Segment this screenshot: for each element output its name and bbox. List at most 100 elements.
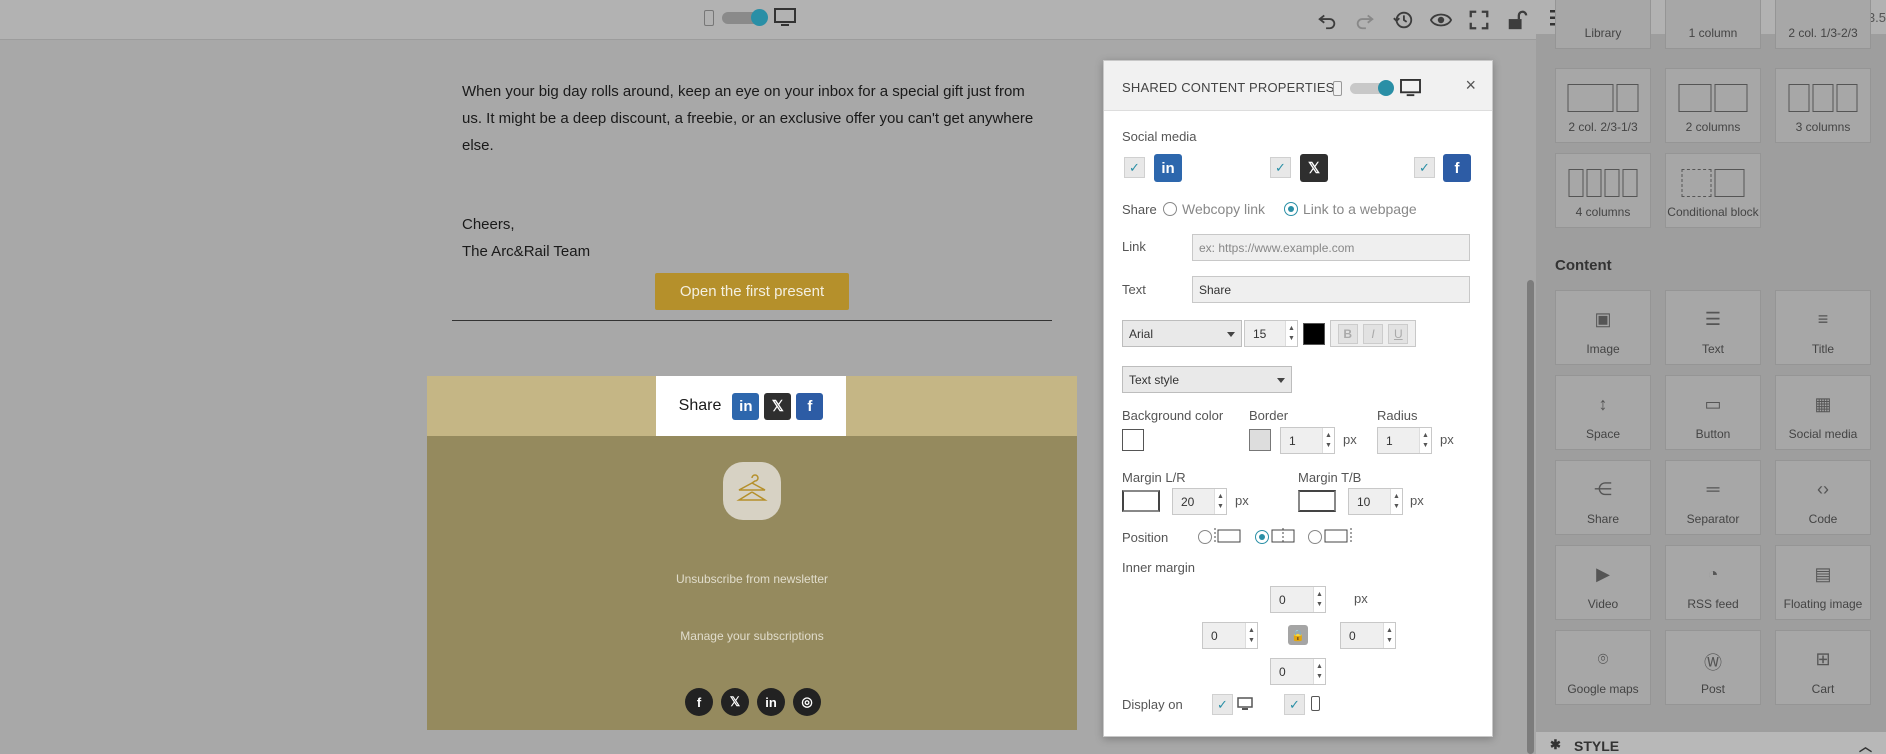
block-2-col-1-3-2-3[interactable]: 2 col. 1/3-2/3 <box>1775 0 1871 49</box>
margin-tb-input[interactable]: 10 ▲ ▼ <box>1348 488 1403 515</box>
device-switch[interactable] <box>722 9 768 26</box>
block-button[interactable]: ▭ Button <box>1665 375 1761 450</box>
x-icon[interactable]: 𝕏 <box>721 688 749 716</box>
style-label: STYLE <box>1574 738 1620 754</box>
block-rss-feed[interactable]: ◔ RSS feed <box>1665 545 1761 620</box>
webpage-option[interactable]: Link to a webpage <box>1303 201 1417 217</box>
share-block[interactable]: Share in 𝕏 f <box>427 376 1077 436</box>
block-2-col-2-3-1-3[interactable]: 2 col. 2/3-1/3 <box>1555 68 1651 143</box>
border-color-swatch[interactable] <box>1249 429 1271 451</box>
block-image[interactable]: ▣ Image <box>1555 290 1651 365</box>
block-library[interactable]: Library <box>1555 0 1651 49</box>
block-conditional[interactable]: Conditional block <box>1665 153 1761 228</box>
bold-button[interactable]: B <box>1337 323 1358 344</box>
email-content-block[interactable]: When your big day rolls around, keep an … <box>427 40 1077 376</box>
close-icon[interactable]: × <box>1465 75 1476 96</box>
block-title[interactable]: ≡ Title <box>1775 290 1871 365</box>
mobile-icon[interactable] <box>1333 81 1342 96</box>
inner-margin-right-input[interactable]: 0 ▲ ▼ <box>1340 622 1396 649</box>
border-width-input[interactable]: 1 ▲ ▼ <box>1280 427 1335 454</box>
underline-button[interactable]: U <box>1388 323 1409 344</box>
linkedin-icon[interactable]: in <box>757 688 785 716</box>
style-section-header[interactable]: ✱ STYLE ︿ <box>1536 732 1886 754</box>
font-size-input[interactable]: 15 ▲ ▼ <box>1244 320 1298 347</box>
link-input[interactable]: ex: https://www.example.com <box>1192 234 1470 261</box>
unsubscribe-link[interactable]: Unsubscribe from newsletter <box>427 572 1077 586</box>
linkedin-checkbox[interactable]: ✓ <box>1124 157 1145 178</box>
position-center-radio[interactable] <box>1255 530 1269 544</box>
margin-tb-preview-icon <box>1298 490 1336 512</box>
text-style-select[interactable]: Text style <box>1122 366 1292 393</box>
fullscreen-icon[interactable] <box>1467 8 1491 32</box>
chevron-up-icon[interactable]: ︿ <box>1859 736 1872 754</box>
background-color-swatch[interactable] <box>1122 429 1144 451</box>
history-icon[interactable] <box>1391 8 1415 32</box>
manage-subscriptions-link[interactable]: Manage your subscriptions <box>427 629 1077 643</box>
block-floating-image[interactable]: ▤ Floating image <box>1775 545 1871 620</box>
linkedin-icon: in <box>732 392 760 420</box>
canvas-scrollbar[interactable] <box>1527 280 1534 754</box>
separator-line[interactable] <box>452 320 1052 321</box>
cta-button[interactable]: Open the first present <box>655 273 849 310</box>
facebook-icon[interactable]: f <box>685 688 713 716</box>
device-toggle[interactable] <box>704 8 796 28</box>
inner-margin-bottom-input[interactable]: 0 ▲ ▼ <box>1270 658 1326 685</box>
share-box[interactable]: Share in 𝕏 f <box>656 376 846 436</box>
redo-icon[interactable] <box>1353 8 1377 32</box>
facebook-checkbox[interactable]: ✓ <box>1414 157 1435 178</box>
position-right-radio[interactable] <box>1308 530 1322 544</box>
block-google-maps[interactable]: ⌾ Google maps <box>1555 630 1651 705</box>
block-space[interactable]: ↕ Space <box>1555 375 1651 450</box>
block-code[interactable]: ‹› Code <box>1775 460 1871 535</box>
inner-margin-top-input[interactable]: 0 ▲ ▼ <box>1270 586 1326 613</box>
block-share[interactable]: ⋲ Share <box>1555 460 1651 535</box>
panel-device-toggle[interactable] <box>1333 79 1421 98</box>
block-post[interactable]: Ⓦ Post <box>1665 630 1761 705</box>
block-label: Post <box>1700 682 1725 696</box>
font-family-select[interactable]: Arial <box>1122 320 1242 347</box>
block-text[interactable]: ☰ Text <box>1665 290 1761 365</box>
block-4-columns[interactable]: 4 columns <box>1555 153 1651 228</box>
margin-lr-input[interactable]: 20 ▲ ▼ <box>1172 488 1227 515</box>
block-1-column[interactable]: 1 column <box>1665 0 1761 49</box>
display-mobile-checkbox[interactable]: ✓ <box>1284 694 1305 715</box>
display-desktop-checkbox[interactable]: ✓ <box>1212 694 1233 715</box>
text-input[interactable]: Share <box>1192 276 1470 303</box>
radius-input[interactable]: 1 ▲ ▼ <box>1377 427 1432 454</box>
footer-social-icons: f 𝕏 in ◎ <box>685 688 821 716</box>
email-signoff[interactable]: Cheers, The Arc&Rail Team <box>462 211 590 265</box>
inner-margin-left-input[interactable]: 0 ▲ ▼ <box>1202 622 1258 649</box>
webpage-radio[interactable] <box>1284 202 1298 216</box>
block-3-columns[interactable]: 3 columns <box>1775 68 1871 143</box>
preview-eye-icon[interactable] <box>1429 8 1453 32</box>
block-label: Space <box>1585 427 1621 441</box>
webcopy-radio[interactable] <box>1163 202 1177 216</box>
text-color-swatch[interactable] <box>1303 323 1325 345</box>
email-paragraph[interactable]: When your big day rolls around, keep an … <box>462 78 1037 159</box>
block-label: 2 col. 2/3-1/3 <box>1568 120 1638 134</box>
panel-device-switch[interactable] <box>1350 80 1394 96</box>
block-social-media[interactable]: ▦ Social media <box>1775 375 1871 450</box>
block-video[interactable]: ▶ Video <box>1555 545 1651 620</box>
desktop-icon[interactable] <box>1400 79 1421 98</box>
instagram-icon[interactable]: ◎ <box>793 688 821 716</box>
block-cart[interactable]: ⊞ Cart <box>1775 630 1871 705</box>
layout-icon <box>1678 84 1748 112</box>
desktop-icon[interactable] <box>774 8 796 28</box>
mobile-icon <box>1311 696 1320 711</box>
position-left-radio[interactable] <box>1198 530 1212 544</box>
block-label: Video <box>1587 597 1619 611</box>
unlock-icon[interactable] <box>1505 8 1529 32</box>
undo-icon[interactable] <box>1315 8 1339 32</box>
brand-logo <box>723 462 781 520</box>
block-2-columns[interactable]: 2 columns <box>1665 68 1761 143</box>
mobile-icon[interactable] <box>704 10 714 26</box>
webcopy-option[interactable]: Webcopy link <box>1182 201 1265 217</box>
x-checkbox[interactable]: ✓ <box>1270 157 1291 178</box>
email-footer[interactable]: Unsubscribe from newsletter Manage your … <box>427 436 1077 730</box>
italic-button[interactable]: I <box>1362 323 1383 344</box>
lock-icon[interactable]: 🔒 <box>1288 625 1308 645</box>
block-separator[interactable]: ═ Separator <box>1665 460 1761 535</box>
text-icon: ☰ <box>1704 309 1722 329</box>
block-label: Cart <box>1811 682 1835 696</box>
